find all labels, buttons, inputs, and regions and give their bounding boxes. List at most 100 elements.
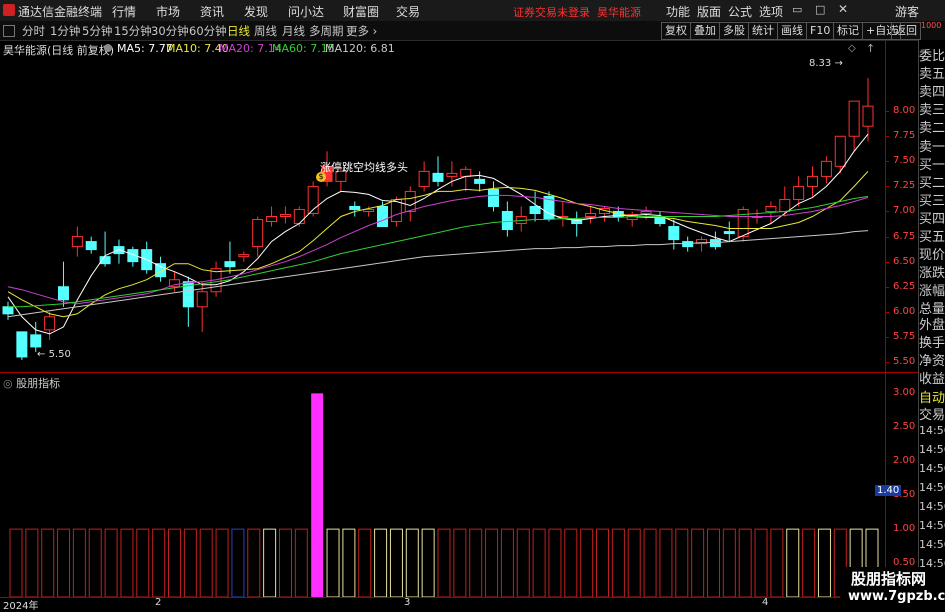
guest-button[interactable]: 游客 <box>895 3 919 20</box>
indicator-bar[interactable] <box>754 528 768 597</box>
menu-discover[interactable]: 发现 <box>244 3 268 20</box>
candle-body[interactable] <box>196 291 208 308</box>
indicator-bar[interactable] <box>199 528 213 597</box>
candle-body[interactable] <box>85 241 97 251</box>
indicator-bar[interactable] <box>152 528 166 597</box>
indicator-bar[interactable] <box>389 528 403 597</box>
indicator-bar[interactable] <box>120 528 134 597</box>
candle-body[interactable] <box>363 208 375 212</box>
candle-body[interactable] <box>224 261 236 268</box>
menu-wenxiaoda[interactable]: 问小达 <box>288 3 324 20</box>
indicator-bar[interactable] <box>548 528 562 597</box>
candle-body[interactable] <box>765 205 777 212</box>
candle-body[interactable] <box>71 236 83 248</box>
candle-body[interactable] <box>432 172 444 182</box>
close-icon[interactable]: ✕ <box>838 2 848 16</box>
candle-body[interactable] <box>377 205 389 228</box>
menu-news[interactable]: 资讯 <box>200 3 224 20</box>
candle-body[interactable] <box>848 100 860 137</box>
function-button[interactable]: 功能 <box>666 3 690 20</box>
menu-quotes[interactable]: 行情 <box>112 3 136 20</box>
indicator-bar[interactable] <box>627 528 641 597</box>
indicator-bar[interactable] <box>817 528 831 597</box>
layout-button[interactable]: 版面 <box>697 3 721 20</box>
indicator-bar[interactable] <box>183 528 197 597</box>
indicator-bar[interactable] <box>659 528 673 597</box>
kline-chart[interactable] <box>0 56 885 372</box>
indicator-bar[interactable] <box>25 528 39 597</box>
period-60min[interactable]: 60分钟 <box>189 23 227 39</box>
indicator-bar[interactable] <box>247 528 261 597</box>
mark-button[interactable]: 标记 <box>833 22 863 40</box>
indicator-bar[interactable] <box>738 528 752 597</box>
indicator-bar[interactable] <box>215 528 229 597</box>
indicator-bar[interactable] <box>596 528 610 597</box>
candle-body[interactable] <box>529 205 541 214</box>
indicator-bar[interactable] <box>786 528 800 597</box>
candle-body[interactable] <box>279 214 291 218</box>
indicator-bar[interactable] <box>88 528 102 597</box>
menu-market[interactable]: 市场 <box>156 3 180 20</box>
indicator-bar[interactable] <box>802 528 816 597</box>
multi-stock-button[interactable]: 多股 <box>719 22 749 40</box>
indicator-bar[interactable] <box>532 528 546 597</box>
back-button[interactable]: 返回 <box>891 22 921 40</box>
candle-body[interactable] <box>57 286 69 301</box>
candle-body[interactable] <box>349 205 361 210</box>
draw-line-button[interactable]: 画线 <box>777 22 807 40</box>
candle-body[interactable] <box>585 212 597 218</box>
indicator-bar[interactable] <box>104 528 118 597</box>
indicator-bar[interactable] <box>564 528 578 597</box>
panel-toggle-icon[interactable] <box>3 25 15 37</box>
candle-body[interactable] <box>487 188 499 207</box>
candle-body[interactable] <box>418 170 430 187</box>
indicator-bar[interactable] <box>9 528 23 597</box>
indicator-bar[interactable] <box>580 528 594 597</box>
indicator-bar[interactable] <box>358 528 372 597</box>
period-daily[interactable]: 日线 <box>227 23 250 39</box>
indicator-chart[interactable] <box>0 373 885 597</box>
indicator-bar[interactable] <box>691 528 705 597</box>
maximize-icon[interactable]: □ <box>815 3 825 16</box>
formula-button[interactable]: 公式 <box>728 3 752 20</box>
period-1min[interactable]: 1分钟 <box>50 23 80 39</box>
minimize-icon[interactable]: ▭ <box>792 3 802 16</box>
candle-body[interactable] <box>862 105 874 127</box>
period-monthly[interactable]: 月线 <box>282 23 305 39</box>
candle-body[interactable] <box>779 198 791 212</box>
candle-body[interactable] <box>460 168 472 177</box>
candle-body[interactable] <box>293 208 305 225</box>
indicator-bar[interactable] <box>278 528 292 597</box>
candle-body[interactable] <box>834 135 846 167</box>
candle-body[interactable] <box>501 210 513 231</box>
menu-fortune-circle[interactable]: 财富圈 <box>343 3 379 20</box>
indicator-bar[interactable] <box>405 528 419 597</box>
period-weekly[interactable]: 周线 <box>254 23 277 39</box>
indicator-bar[interactable] <box>311 393 324 597</box>
indicator-bar[interactable] <box>168 528 182 597</box>
indicator-bar[interactable] <box>516 528 530 597</box>
indicator-bar[interactable] <box>326 528 340 597</box>
candle-body[interactable] <box>807 175 819 187</box>
diamond-icon[interactable]: ◇ <box>848 43 856 54</box>
indicator-bar[interactable] <box>136 528 150 597</box>
overlay-button[interactable]: 叠加 <box>690 22 720 40</box>
menu-trade[interactable]: 交易 <box>396 3 420 20</box>
candle-body[interactable] <box>266 216 278 223</box>
candle-body[interactable] <box>44 316 56 331</box>
candle-body[interactable] <box>238 254 250 258</box>
up-arrow-icon[interactable]: ↑ <box>866 42 875 55</box>
indicator-bar[interactable] <box>41 528 55 597</box>
candle-body[interactable] <box>640 210 652 214</box>
candle-body[interactable] <box>30 334 42 348</box>
indicator-bar[interactable] <box>611 528 625 597</box>
indicator-bar[interactable] <box>231 528 245 597</box>
candle-body[interactable] <box>668 226 680 241</box>
candle-body[interactable] <box>737 208 749 238</box>
indicator-bar[interactable] <box>374 528 388 597</box>
candle-body[interactable] <box>820 160 832 177</box>
indicator-bar[interactable] <box>500 528 514 597</box>
indicator-bar[interactable] <box>643 528 657 597</box>
period-15min[interactable]: 15分钟 <box>114 23 152 39</box>
statistics-button[interactable]: 统计 <box>748 22 778 40</box>
